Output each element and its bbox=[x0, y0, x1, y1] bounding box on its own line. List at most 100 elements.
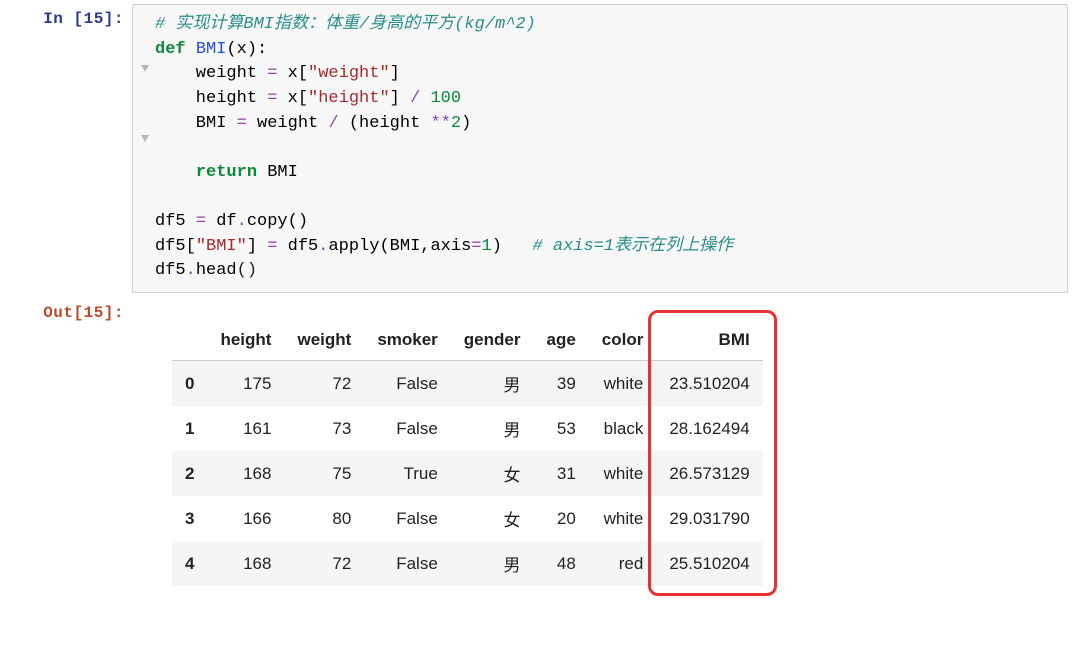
cell: False bbox=[364, 541, 450, 586]
column-header: age bbox=[533, 320, 588, 361]
cell: white bbox=[589, 496, 657, 541]
str-literal: "weight" bbox=[308, 64, 390, 83]
cell: 168 bbox=[207, 541, 284, 586]
cell: 39 bbox=[533, 361, 588, 407]
op-div: / bbox=[328, 114, 338, 133]
op-assign: = bbox=[267, 89, 277, 108]
code-text: ) bbox=[492, 237, 533, 256]
code-text: (x): bbox=[226, 40, 267, 59]
code-text: ) bbox=[461, 114, 471, 133]
row-index: 1 bbox=[172, 406, 207, 451]
fold-arrow-icon[interactable] bbox=[141, 65, 149, 72]
code-text: copy() bbox=[247, 212, 308, 231]
num-literal: 100 bbox=[430, 89, 461, 108]
table-row: 216875True女31white26.573129 bbox=[172, 451, 763, 496]
column-header: gender bbox=[451, 320, 534, 361]
output-cell: Out[15]: heightweightsmokergenderagecolo… bbox=[12, 298, 1068, 586]
table-row: 116173False男53black28.162494 bbox=[172, 406, 763, 451]
code-text: weight bbox=[247, 114, 329, 133]
row-index: 3 bbox=[172, 496, 207, 541]
code-text: ] bbox=[247, 237, 267, 256]
cell: False bbox=[364, 496, 450, 541]
cell: 53 bbox=[533, 406, 588, 451]
code-body[interactable]: # 实现计算BMI指数：体重/身高的平方(kg/m^2) def BMI(x):… bbox=[155, 13, 1055, 284]
code-text: BMI bbox=[257, 163, 298, 182]
code-comment: # axis=1表示在列上操作 bbox=[533, 237, 734, 256]
fold-arrow-icon[interactable] bbox=[141, 135, 149, 142]
column-header: smoker bbox=[364, 320, 450, 361]
code-text: ] bbox=[390, 64, 400, 83]
kw-def: def bbox=[155, 40, 186, 59]
num-literal: 2 bbox=[451, 114, 461, 133]
cell: 75 bbox=[284, 451, 364, 496]
dataframe-table: heightweightsmokergenderagecolorBMI 0175… bbox=[172, 320, 763, 586]
row-index: 2 bbox=[172, 451, 207, 496]
cell: 72 bbox=[284, 541, 364, 586]
op-dot: . bbox=[186, 261, 196, 280]
table-row: 017572False男39white23.510204 bbox=[172, 361, 763, 407]
code-text: apply(BMI,axis bbox=[328, 237, 471, 256]
cell: 女 bbox=[451, 451, 534, 496]
column-header: weight bbox=[284, 320, 364, 361]
cell: True bbox=[364, 451, 450, 496]
kw-return: return bbox=[155, 163, 257, 182]
code-text: BMI bbox=[155, 114, 237, 133]
cell: 168 bbox=[207, 451, 284, 496]
cell: white bbox=[589, 451, 657, 496]
op-assign: = bbox=[267, 64, 277, 83]
fn-name: BMI bbox=[196, 40, 227, 59]
row-index: 0 bbox=[172, 361, 207, 407]
cell: 20 bbox=[533, 496, 588, 541]
cell: 25.510204 bbox=[656, 541, 762, 586]
cell: black bbox=[589, 406, 657, 451]
cell: 女 bbox=[451, 496, 534, 541]
code-text: df5[ bbox=[155, 237, 196, 256]
code-text: x[ bbox=[277, 64, 308, 83]
cell: 31 bbox=[533, 451, 588, 496]
fold-gutter bbox=[139, 13, 155, 284]
code-editor[interactable]: # 实现计算BMI指数：体重/身高的平方(kg/m^2) def BMI(x):… bbox=[132, 4, 1068, 293]
cell: 73 bbox=[284, 406, 364, 451]
output-prompt: Out[15]: bbox=[12, 298, 132, 322]
table-row: 416872False男48red25.510204 bbox=[172, 541, 763, 586]
input-prompt: In [15]: bbox=[12, 4, 132, 28]
cell: 161 bbox=[207, 406, 284, 451]
cell: 48 bbox=[533, 541, 588, 586]
op-dot: . bbox=[237, 212, 247, 231]
str-literal: "BMI" bbox=[196, 237, 247, 256]
cell: 26.573129 bbox=[656, 451, 762, 496]
cell: 男 bbox=[451, 541, 534, 586]
code-text bbox=[155, 138, 196, 157]
code-text: (height bbox=[339, 114, 431, 133]
code-text: df5 bbox=[277, 237, 318, 256]
code-text: ] bbox=[390, 89, 410, 108]
op-assign: = bbox=[237, 114, 247, 133]
cell: white bbox=[589, 361, 657, 407]
cell: 23.510204 bbox=[656, 361, 762, 407]
code-text: df5 bbox=[155, 261, 186, 280]
code-text bbox=[420, 89, 430, 108]
code-text: head bbox=[196, 261, 237, 280]
column-header: BMI bbox=[656, 320, 762, 361]
op-div: / bbox=[410, 89, 420, 108]
table-row: 316680False女20white29.031790 bbox=[172, 496, 763, 541]
cell: 男 bbox=[451, 361, 534, 407]
code-text: df bbox=[206, 212, 237, 231]
column-header: height bbox=[207, 320, 284, 361]
cell: 28.162494 bbox=[656, 406, 762, 451]
num-literal: 1 bbox=[481, 237, 491, 256]
cell: 175 bbox=[207, 361, 284, 407]
cell: 72 bbox=[284, 361, 364, 407]
table-header-row: heightweightsmokergenderagecolorBMI bbox=[172, 320, 763, 361]
code-comment: # 实现计算BMI指数：体重/身高的平方(kg/m^2) bbox=[155, 15, 536, 34]
op-assign: = bbox=[471, 237, 481, 256]
cell: 166 bbox=[207, 496, 284, 541]
paren: () bbox=[237, 261, 257, 280]
op-dot: . bbox=[318, 237, 328, 256]
cell: 29.031790 bbox=[656, 496, 762, 541]
code-text: x[ bbox=[277, 89, 308, 108]
cell: red bbox=[589, 541, 657, 586]
code-text: df5 bbox=[155, 212, 196, 231]
op-exp: ** bbox=[430, 114, 450, 133]
output-body: heightweightsmokergenderagecolorBMI 0175… bbox=[132, 298, 1068, 586]
